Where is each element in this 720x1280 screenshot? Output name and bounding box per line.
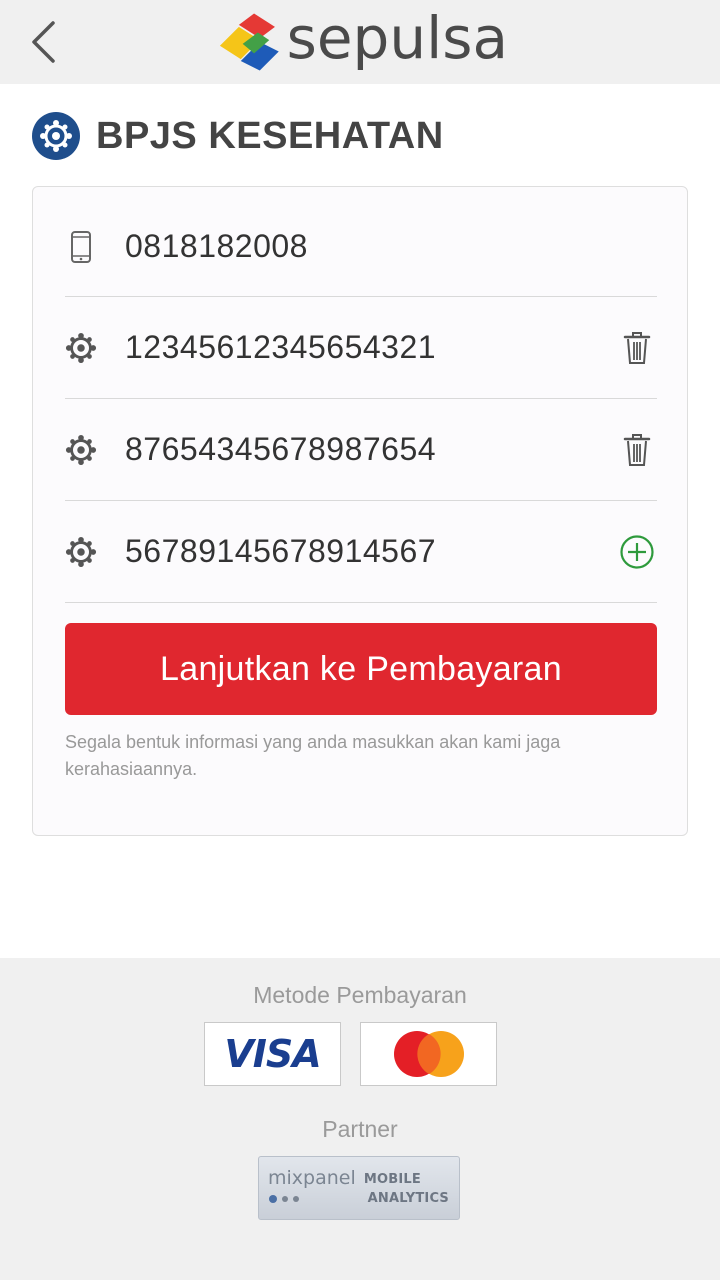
- bpjs-number-field[interactable]: 12345612345654321: [125, 329, 617, 366]
- mastercard-logo: [360, 1022, 497, 1086]
- mixpanel-sub-2: ANALYTICS: [367, 1191, 449, 1206]
- trash-icon: [623, 433, 651, 466]
- bpjs-number-row[interactable]: 56789145678914567: [65, 501, 657, 603]
- delete-button[interactable]: [617, 328, 657, 368]
- mixpanel-brand: mixpanel: [268, 1167, 356, 1189]
- partner-heading: Partner: [322, 1116, 398, 1142]
- delete-button[interactable]: [617, 430, 657, 470]
- bpjs-icon: [65, 330, 97, 366]
- continue-to-payment-button[interactable]: Lanjutkan ke Pembayaran: [65, 623, 657, 715]
- phone-icon: [65, 229, 97, 265]
- bpjs-icon: [32, 112, 80, 160]
- sepulsa-logo[interactable]: sepulsa: [218, 6, 508, 78]
- logo-mark-icon: [219, 13, 279, 71]
- mixpanel-dots-icon: [269, 1195, 299, 1203]
- back-button[interactable]: [22, 14, 66, 70]
- visa-logo: VISA: [204, 1022, 341, 1086]
- add-circle-icon: [620, 534, 654, 569]
- bpjs-number-row[interactable]: 12345612345654321: [65, 297, 657, 399]
- mixpanel-sub-1: MOBILE: [363, 1172, 421, 1187]
- page-header: BPJS KESEHATAN: [32, 108, 682, 164]
- logo-text: sepulsa: [286, 4, 508, 72]
- chevron-left-icon: [32, 21, 55, 63]
- top-bar: sepulsa: [0, 0, 720, 84]
- bpjs-number-field[interactable]: 87654345678987654: [125, 431, 617, 468]
- form-card: 0818182008 12345612345654321 87654345678…: [32, 186, 688, 836]
- footer: Metode Pembayaran VISA Partner mixpanel …: [0, 958, 720, 1280]
- visa-logo-text: VISA: [224, 1032, 321, 1076]
- bpjs-icon: [65, 432, 97, 468]
- add-button[interactable]: [617, 532, 657, 572]
- bpjs-number-field[interactable]: 56789145678914567: [125, 533, 617, 570]
- payment-methods-heading: Metode Pembayaran: [253, 982, 467, 1008]
- mastercard-icon: [393, 1031, 464, 1077]
- bpjs-number-row[interactable]: 87654345678987654: [65, 399, 657, 501]
- phone-field[interactable]: 0818182008: [125, 228, 657, 265]
- phone-row[interactable]: 0818182008: [65, 197, 657, 297]
- privacy-note: Segala bentuk informasi yang anda masukk…: [65, 732, 561, 779]
- bpjs-icon: [65, 534, 97, 570]
- mixpanel-badge: mixpanel MOBILE ANALYTICS: [258, 1156, 460, 1220]
- page-title: BPJS KESEHATAN: [96, 114, 444, 157]
- trash-icon: [623, 331, 651, 364]
